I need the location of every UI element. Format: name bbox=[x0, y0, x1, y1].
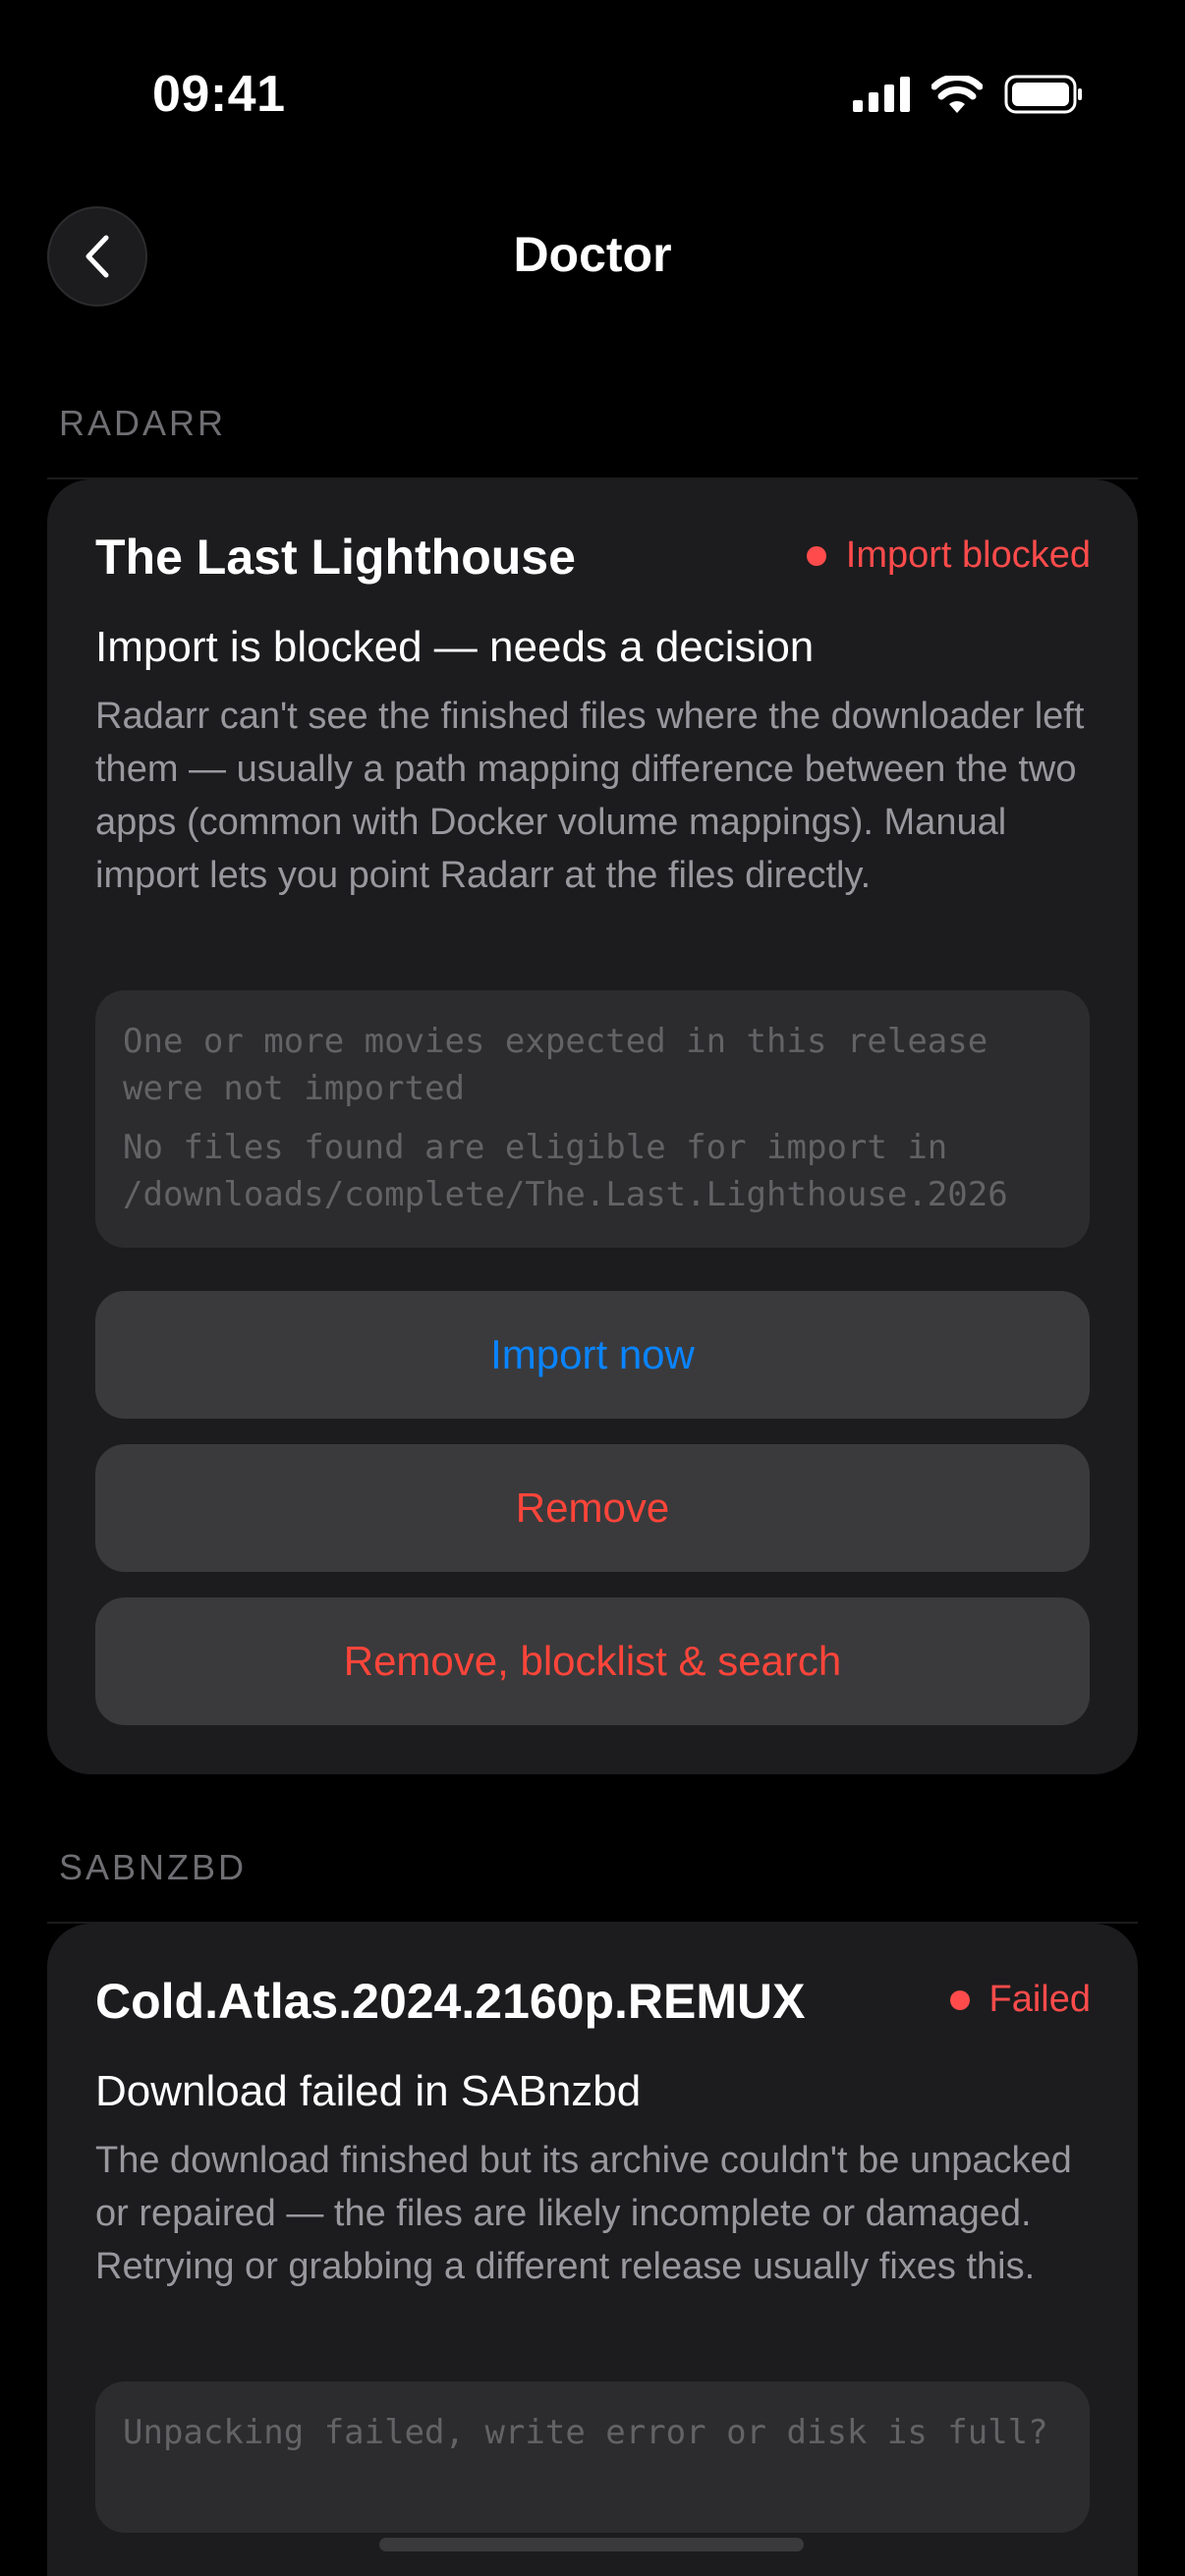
remove-button[interactable]: Remove bbox=[95, 1444, 1090, 1572]
status-time: 09:41 bbox=[152, 66, 286, 123]
error-log: One or more movies expected in this rele… bbox=[95, 990, 1090, 1248]
issue-heading: Import is blocked — needs a decision bbox=[95, 623, 815, 671]
battery-icon bbox=[1004, 75, 1082, 114]
log-line: No files found are eligible for import i… bbox=[123, 1128, 1008, 1214]
import-now-button[interactable]: Import now bbox=[95, 1291, 1090, 1419]
card-title: Cold.Atlas.2024.2160p.REMUX bbox=[95, 1974, 806, 2029]
cellular-signal-icon bbox=[853, 77, 910, 112]
issue-card-radarr: The Last Lighthouse Import blocked Impor… bbox=[47, 479, 1138, 1774]
remove-blocklist-search-button[interactable]: Remove, blocklist & search bbox=[95, 1597, 1090, 1725]
home-indicator[interactable] bbox=[379, 2538, 804, 2551]
status-label: Import blocked bbox=[845, 534, 1091, 576]
issue-description: Radarr can't see the finished files wher… bbox=[95, 696, 1085, 896]
status-dot-icon bbox=[949, 1989, 970, 2010]
issue-description: The download finished but its archive co… bbox=[95, 2140, 1072, 2287]
log-line: One or more movies expected in this rele… bbox=[123, 1022, 988, 1108]
status-badge: Failed bbox=[949, 1979, 1092, 2021]
log-line: Unpacking failed, write error or disk is… bbox=[123, 2413, 1048, 2452]
issue-heading: Download failed in SABnzbd bbox=[95, 2067, 642, 2115]
card-title: The Last Lighthouse bbox=[95, 530, 576, 585]
status-badge: Import blocked bbox=[806, 534, 1091, 577]
status-dot-icon bbox=[806, 545, 826, 566]
issue-card-sabnzbd: Cold.Atlas.2024.2160p.REMUX Failed Downl… bbox=[47, 1924, 1138, 2576]
status-icons bbox=[853, 75, 1083, 114]
status-bar: 09:41 bbox=[0, 0, 1185, 187]
screen: 09:41 Doctor RADARR The Last Lighthouse … bbox=[0, 0, 1185, 2576]
page-title: Doctor bbox=[513, 227, 672, 282]
section-header-sabnzbd: SABNZBD bbox=[59, 1847, 248, 1887]
error-log: Unpacking failed, write error or disk is… bbox=[95, 2381, 1090, 2533]
wifi-icon bbox=[931, 76, 983, 113]
section-header-radarr: RADARR bbox=[59, 403, 227, 443]
status-label: Failed bbox=[988, 1979, 1092, 2020]
